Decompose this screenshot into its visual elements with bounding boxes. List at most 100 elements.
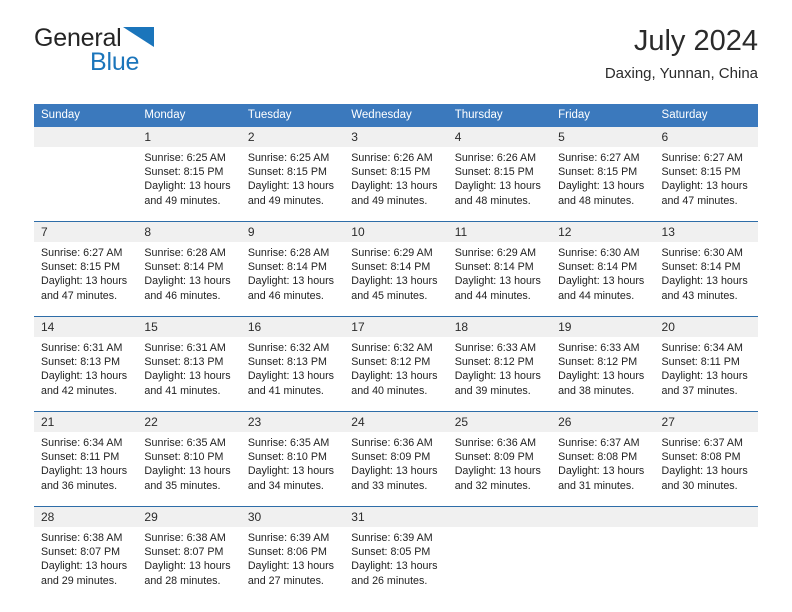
weekday-header-row: Sunday Monday Tuesday Wednesday Thursday… <box>34 104 758 127</box>
sunset-text: Sunset: 8:06 PM <box>247 546 327 559</box>
calendar-day-cell[interactable]: 28 Sunrise: 6:38 AM Sunset: 8:07 PM Dayligh… <box>34 506 138 601</box>
calendar-day-cell[interactable]: 13 Sunrise: 6:30 AM Sunset: 8:14 PM Dayligh… <box>654 221 758 316</box>
day-details: Sunrise: 6:27 AM Sunset: 8:15 PM Daylight:… <box>551 147 654 221</box>
calendar-day-cell[interactable]: 7 Sunrise: 6:27 AM Sunset: 8:15 PM Daylight… <box>34 221 138 316</box>
day-details: Sunrise: 6:35 AM Sunset: 8:10 PM Daylight:… <box>137 432 240 506</box>
sunset-text <box>455 545 545 559</box>
daylight-text-line2: and 49 minutes. <box>144 194 221 207</box>
daylight-text-line1: Daylight: 13 hours <box>454 275 541 288</box>
daylight-text-line1: Daylight: 13 hours <box>247 465 334 478</box>
calendar-day-cell[interactable]: 25 Sunrise: 6:36 AM Sunset: 8:09 PM Dayligh… <box>447 411 552 506</box>
sunrise-text: Sunrise: 6:34 AM <box>41 437 123 449</box>
day-details: Sunrise: 6:37 AM Sunset: 8:08 PM Daylight:… <box>655 432 758 506</box>
day-number: 2 <box>240 127 345 147</box>
sunrise-text: Sunrise: 6:31 AM <box>41 342 123 354</box>
sunset-text: Sunset: 8:12 PM <box>558 356 638 369</box>
sunrise-text <box>41 151 131 165</box>
daylight-text-line1: Daylight: 13 hours <box>661 275 748 288</box>
calendar-day-cell[interactable]: 29 Sunrise: 6:38 AM Sunset: 8:07 PM Dayligh… <box>137 506 241 601</box>
calendar-day-cell[interactable]: 14 Sunrise: 6:31 AM Sunset: 8:13 PM Dayligh… <box>34 316 138 411</box>
daylight-text-line2 <box>41 194 131 208</box>
calendar-day-cell[interactable]: 1 Sunrise: 6:25 AM Sunset: 8:15 PM Daylight… <box>137 127 241 221</box>
daylight-text-line2: and 27 minutes. <box>247 574 324 587</box>
sunrise-text: Sunrise: 6:26 AM <box>454 152 537 164</box>
daylight-text-line1 <box>558 559 648 573</box>
day-number: 4 <box>447 127 552 147</box>
calendar-day-cell[interactable]: 21 Sunrise: 6:34 AM Sunset: 8:11 PM Dayligh… <box>34 411 138 506</box>
calendar-day-cell[interactable]: 11 Sunrise: 6:29 AM Sunset: 8:14 PM Dayligh… <box>447 221 552 316</box>
calendar-day-cell-empty <box>654 506 758 601</box>
sunset-text: Sunset: 8:13 PM <box>41 356 121 369</box>
day-number: 1 <box>137 127 241 147</box>
day-number: 27 <box>654 411 758 432</box>
day-details: Sunrise: 6:37 AM Sunset: 8:08 PM Daylight:… <box>551 432 654 506</box>
calendar-day-cell[interactable]: 8 Sunrise: 6:28 AM Sunset: 8:14 PM Daylight… <box>137 221 241 316</box>
calendar-week-row: 7 Sunrise: 6:27 AM Sunset: 8:15 PM Daylight… <box>34 221 758 316</box>
sunrise-text: Sunrise: 6:29 AM <box>454 247 537 259</box>
daylight-text-line2: and 48 minutes. <box>558 194 635 207</box>
calendar-day-cell[interactable]: 17 Sunrise: 6:32 AM Sunset: 8:12 PM Dayligh… <box>344 316 448 411</box>
calendar-day-cell[interactable]: 5 Sunrise: 6:27 AM Sunset: 8:15 PM Daylight… <box>551 127 655 221</box>
day-details: Sunrise: 6:27 AM Sunset: 8:15 PM Daylight:… <box>655 147 758 221</box>
calendar-day-cell[interactable]: 16 Sunrise: 6:32 AM Sunset: 8:13 PM Dayligh… <box>240 316 345 411</box>
calendar-week-row: 21 Sunrise: 6:34 AM Sunset: 8:11 PM Dayligh… <box>34 411 758 506</box>
calendar-day-cell[interactable]: 9 Sunrise: 6:28 AM Sunset: 8:14 PM Daylight… <box>240 221 345 316</box>
day-details: Sunrise: 6:33 AM Sunset: 8:12 PM Daylight:… <box>448 337 551 411</box>
sunset-text: Sunset: 8:15 PM <box>144 166 224 179</box>
calendar-day-cell[interactable]: 27 Sunrise: 6:37 AM Sunset: 8:08 PM Dayligh… <box>654 411 758 506</box>
calendar-day-cell[interactable]: 31 Sunrise: 6:39 AM Sunset: 8:05 PM Dayligh… <box>344 506 448 601</box>
location-subtitle: Daxing, Yunnan, China <box>604 65 758 82</box>
day-number: 17 <box>344 316 448 337</box>
day-number: 25 <box>447 411 552 432</box>
weekday-header-friday: Friday <box>551 104 655 127</box>
day-number: 6 <box>654 127 758 147</box>
sunset-text: Sunset: 8:10 PM <box>144 451 224 464</box>
day-number <box>551 506 655 527</box>
day-details: Sunrise: 6:30 AM Sunset: 8:14 PM Daylight:… <box>655 242 758 316</box>
calendar-day-cell[interactable]: 2 Sunrise: 6:25 AM Sunset: 8:15 PM Daylight… <box>240 127 345 221</box>
sunset-text: Sunset: 8:14 PM <box>144 261 224 274</box>
day-number: 23 <box>240 411 345 432</box>
daylight-text-line1: Daylight: 13 hours <box>454 370 541 383</box>
calendar-day-cell[interactable]: 3 Sunrise: 6:26 AM Sunset: 8:15 PM Daylight… <box>344 127 448 221</box>
daylight-text-line1: Daylight: 13 hours <box>144 180 231 193</box>
daylight-text-line2: and 29 minutes. <box>41 574 118 587</box>
sunrise-text: Sunrise: 6:37 AM <box>661 437 743 449</box>
daylight-text-line2: and 37 minutes. <box>661 384 738 397</box>
sunset-text: Sunset: 8:15 PM <box>558 166 638 179</box>
day-number: 22 <box>137 411 241 432</box>
sunset-text <box>662 545 752 559</box>
daylight-text-line1: Daylight: 13 hours <box>661 180 748 193</box>
daylight-text-line1: Daylight: 13 hours <box>351 560 438 573</box>
calendar-day-cell[interactable]: 30 Sunrise: 6:39 AM Sunset: 8:06 PM Dayligh… <box>240 506 345 601</box>
sunset-text <box>558 545 648 559</box>
day-details: Sunrise: 6:29 AM Sunset: 8:14 PM Daylight:… <box>344 242 447 316</box>
daylight-text-line1: Daylight: 13 hours <box>351 465 438 478</box>
day-details: Sunrise: 6:28 AM Sunset: 8:14 PM Daylight:… <box>137 242 240 316</box>
day-number: 12 <box>551 221 655 242</box>
daylight-text-line2: and 38 minutes. <box>558 384 635 397</box>
daylight-text-line1: Daylight: 13 hours <box>558 275 645 288</box>
calendar-day-cell[interactable]: 19 Sunrise: 6:33 AM Sunset: 8:12 PM Dayligh… <box>551 316 655 411</box>
daylight-text-line2: and 44 minutes. <box>558 289 635 302</box>
calendar-day-cell[interactable]: 18 Sunrise: 6:33 AM Sunset: 8:12 PM Dayligh… <box>447 316 552 411</box>
calendar-day-cell[interactable]: 22 Sunrise: 6:35 AM Sunset: 8:10 PM Dayligh… <box>137 411 241 506</box>
day-number: 18 <box>447 316 552 337</box>
day-details: Sunrise: 6:34 AM Sunset: 8:11 PM Daylight:… <box>34 432 137 506</box>
calendar-day-cell[interactable]: 10 Sunrise: 6:29 AM Sunset: 8:14 PM Dayligh… <box>344 221 448 316</box>
calendar-day-cell[interactable]: 23 Sunrise: 6:35 AM Sunset: 8:10 PM Dayligh… <box>240 411 345 506</box>
calendar-day-cell[interactable]: 15 Sunrise: 6:31 AM Sunset: 8:13 PM Dayligh… <box>137 316 241 411</box>
calendar-day-cell[interactable]: 24 Sunrise: 6:36 AM Sunset: 8:09 PM Dayligh… <box>344 411 448 506</box>
daylight-text-line2: and 49 minutes. <box>247 194 324 207</box>
daylight-text-line1: Daylight: 13 hours <box>41 275 128 288</box>
calendar-day-cell[interactable]: 4 Sunrise: 6:26 AM Sunset: 8:15 PM Daylight… <box>447 127 552 221</box>
day-number: 20 <box>654 316 758 337</box>
day-details: Sunrise: 6:28 AM Sunset: 8:14 PM Daylight:… <box>241 242 344 316</box>
calendar-day-cell[interactable]: 26 Sunrise: 6:37 AM Sunset: 8:08 PM Dayligh… <box>551 411 655 506</box>
calendar-day-cell[interactable]: 20 Sunrise: 6:34 AM Sunset: 8:11 PM Dayligh… <box>654 316 758 411</box>
day-number: 28 <box>34 506 138 527</box>
calendar-day-cell[interactable]: 6 Sunrise: 6:27 AM Sunset: 8:15 PM Daylight… <box>654 127 758 221</box>
calendar-day-cell[interactable]: 12 Sunrise: 6:30 AM Sunset: 8:14 PM Dayligh… <box>551 221 655 316</box>
day-number <box>34 127 138 147</box>
general-blue-logo: General Blue <box>34 26 254 86</box>
